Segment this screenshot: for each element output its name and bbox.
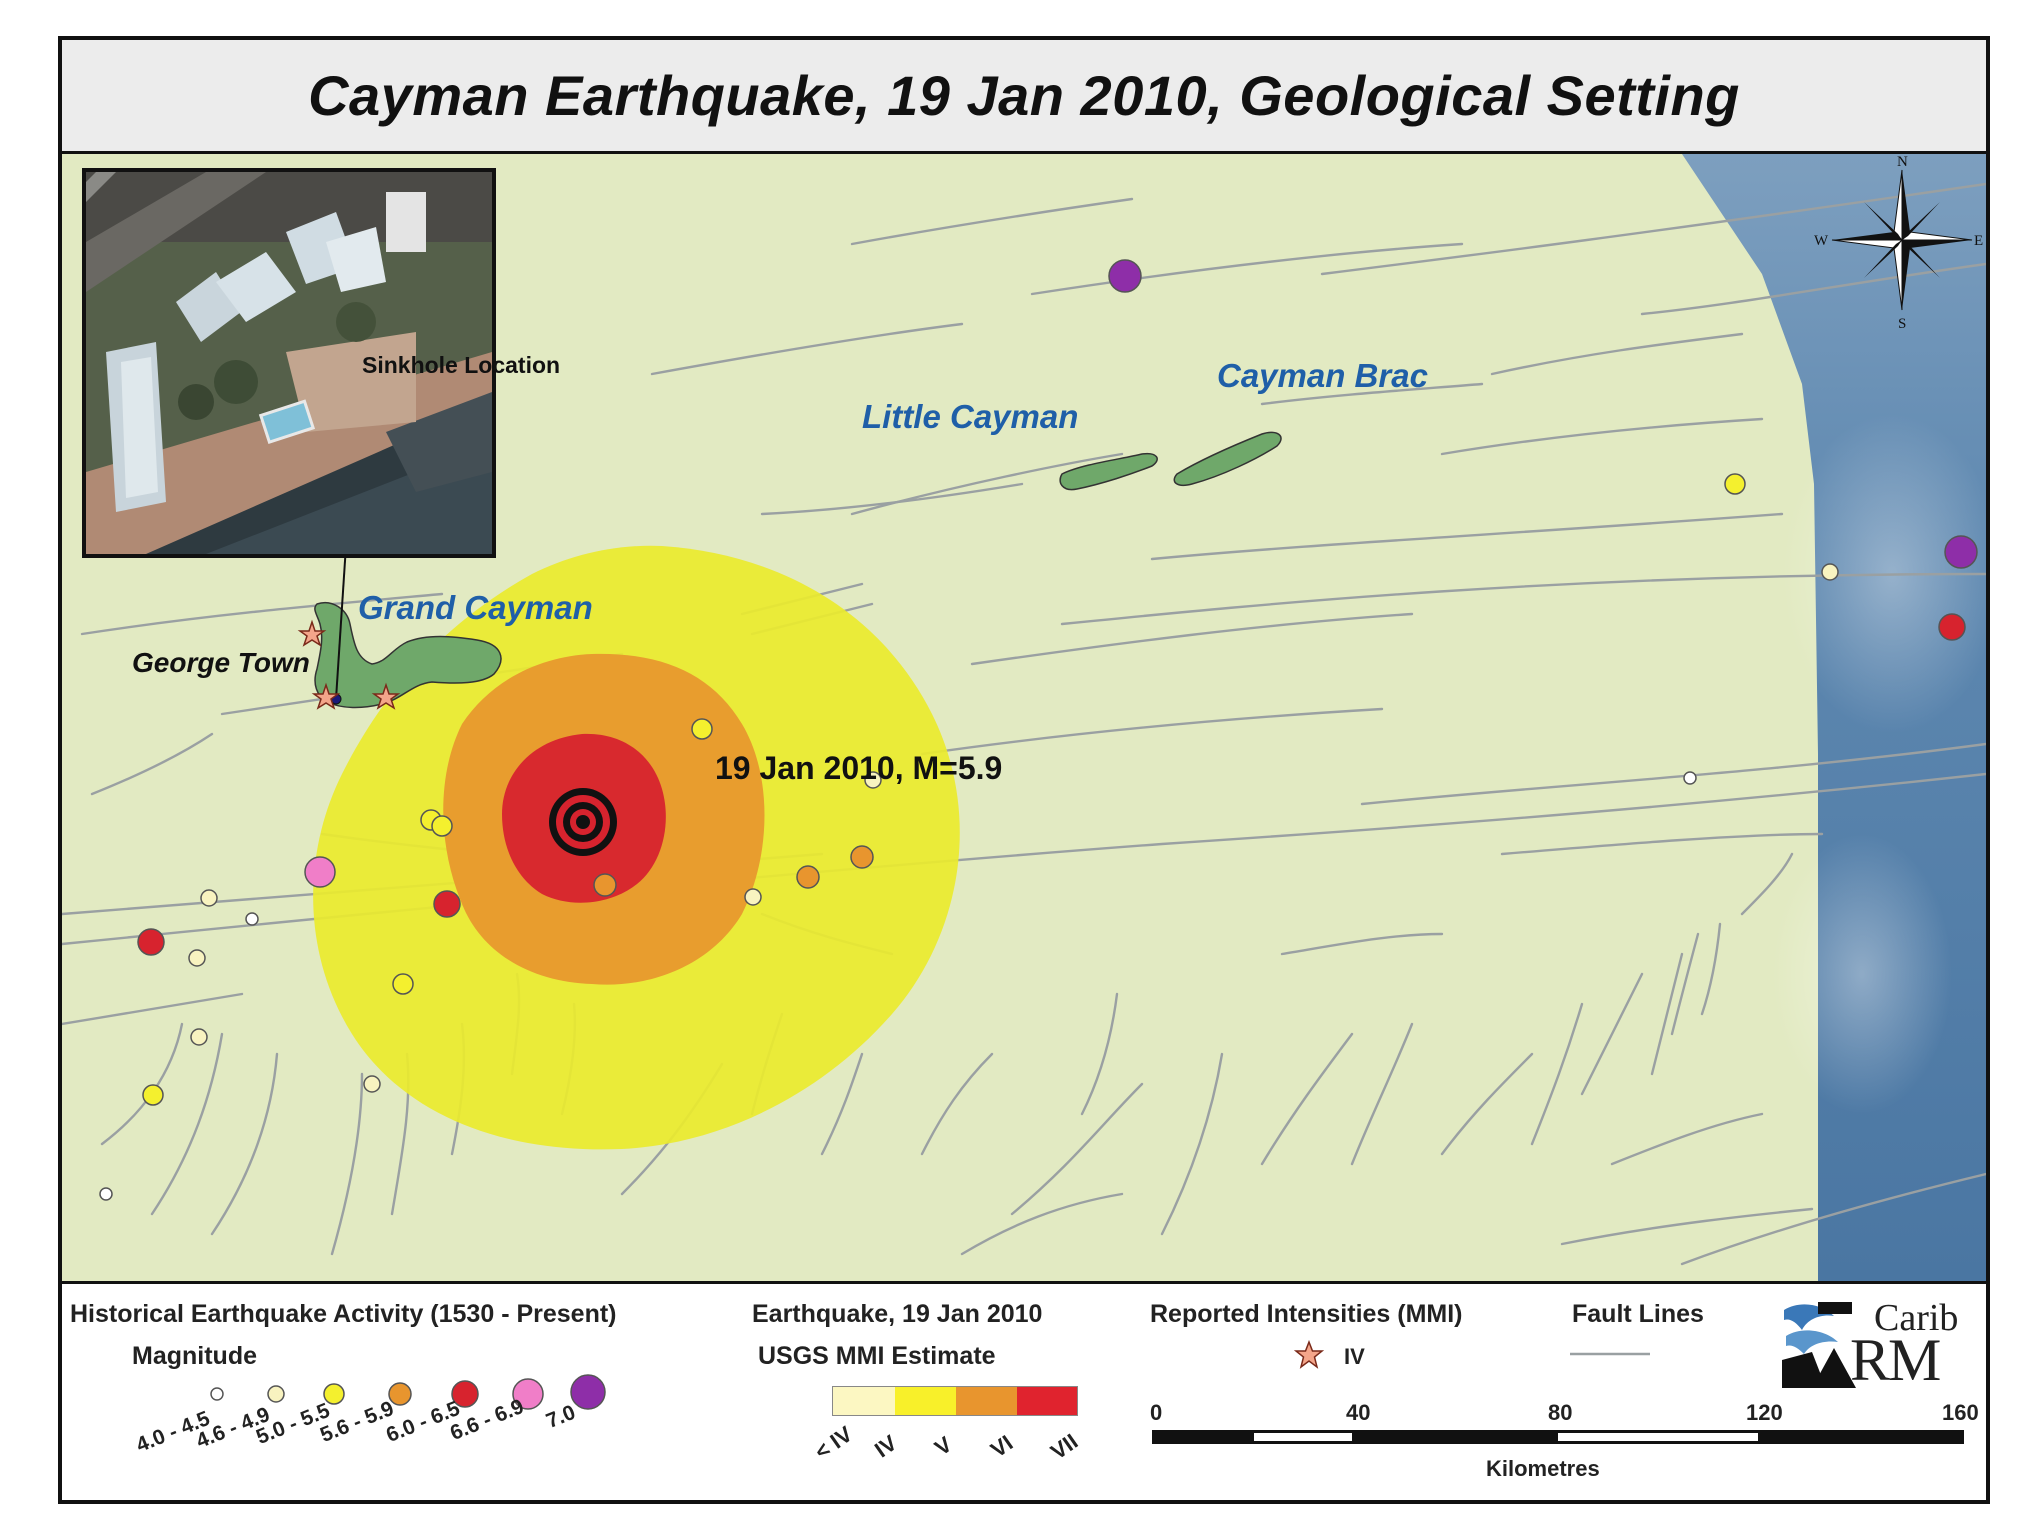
little-cayman-label: Little Cayman — [862, 398, 1079, 435]
legend-event-heading: Earthquake, 19 Jan 2010 — [752, 1300, 1043, 1328]
compass-w: W — [1814, 233, 1829, 249]
quake-mag-4-6[interactable] — [190, 1028, 208, 1046]
quake-mag-4-6[interactable] — [200, 889, 218, 907]
mag-symbol-4-6 — [267, 1385, 285, 1403]
caribrm-logo: Carib RM — [1782, 1296, 1972, 1393]
mmi-tick-label: VII — [1046, 1428, 1083, 1465]
quake-mag-5-0[interactable] — [142, 1084, 164, 1106]
quake-mag-5-0[interactable] — [1724, 473, 1746, 495]
quake-mag-7-0[interactable] — [1108, 259, 1142, 293]
cloud-haze — [1772, 834, 1952, 1114]
sinkhole-label: Sinkhole Location — [362, 352, 561, 378]
logo-text-rm: RM — [1850, 1327, 1941, 1393]
mmi-swatch-vii — [1017, 1387, 1077, 1415]
map-area[interactable]: N S E W Sinkhole Location Grand Cayman L… — [62, 154, 1986, 1284]
legend-intensities-heading: Reported Intensities (MMI) — [1150, 1300, 1463, 1328]
quake-mag-5-0[interactable] — [431, 815, 453, 837]
quake-mag-7-0[interactable] — [1944, 535, 1978, 569]
mag-symbol-7-0 — [570, 1374, 606, 1410]
quake-mag-5-6[interactable] — [593, 873, 617, 897]
quake-mag-5-6[interactable] — [796, 865, 820, 889]
quake-mag-6-6[interactable] — [304, 856, 336, 888]
mmi-tick-label: < IV — [810, 1421, 857, 1465]
quake-mag-4-6[interactable] — [744, 888, 762, 906]
mag-symbol-5-6 — [388, 1382, 412, 1406]
quake-mag-4-0[interactable] — [245, 912, 259, 926]
scale-unit-label: Kilometres — [1486, 1456, 1600, 1481]
map-frame: Cayman Earthquake, 19 Jan 2010, Geologic… — [58, 36, 1990, 1504]
scale-tick-label: 40 — [1346, 1400, 1371, 1425]
quake-mag-4-6[interactable] — [188, 949, 206, 967]
map-title: Cayman Earthquake, 19 Jan 2010, Geologic… — [308, 64, 1740, 127]
quake-mag-6-0[interactable] — [433, 890, 461, 918]
scale-tick-label: 0 — [1150, 1400, 1163, 1425]
quake-mag-4-6[interactable] — [363, 1075, 381, 1093]
quake-mag-5-0[interactable] — [691, 718, 713, 740]
mag-symbol-5-0 — [323, 1383, 345, 1405]
mmi-color-bar — [832, 1386, 1078, 1416]
compass-s: S — [1898, 316, 1906, 332]
legend-faults-heading: Fault Lines — [1572, 1300, 1704, 1328]
quake-mag-4-0[interactable] — [99, 1187, 113, 1201]
quake-mag-4-0[interactable] — [1683, 771, 1697, 785]
intensity-star-icon — [1294, 1340, 1324, 1369]
legend: Historical Earthquake Activity (1530 - P… — [62, 1284, 1986, 1504]
epicenter-label: 19 Jan 2010, M=5.9 — [715, 750, 1003, 786]
cayman-brac-label: Cayman Brac — [1217, 357, 1428, 394]
mmi-tick-label: VI — [986, 1430, 1018, 1463]
mag-symbol-4-0 — [210, 1387, 224, 1401]
quake-mag-5-0[interactable] — [392, 973, 414, 995]
quake-mag-6-0[interactable] — [137, 928, 165, 956]
scale-tick-label: 120 — [1746, 1400, 1783, 1425]
compass-n: N — [1897, 154, 1908, 170]
title-bar: Cayman Earthquake, 19 Jan 2010, Geologic… — [62, 40, 1986, 154]
mmi-swatch-vi — [956, 1387, 1017, 1415]
mmi-tick-label: IV — [870, 1430, 902, 1463]
legend-intensity-value: IV — [1344, 1344, 1365, 1369]
legend-event-sub: USGS MMI Estimate — [758, 1342, 996, 1370]
scale-tick-label: 160 — [1942, 1400, 1979, 1425]
mmi-swatch-below-iv — [833, 1387, 895, 1415]
grand-cayman-label: Grand Cayman — [358, 589, 593, 626]
scale-bar — [1152, 1430, 1964, 1444]
compass-e: E — [1974, 233, 1983, 249]
quake-mag-4-6[interactable] — [1821, 563, 1839, 581]
quake-mag-6-0[interactable] — [1938, 613, 1966, 641]
mmi-tick-label: V — [930, 1431, 957, 1461]
mmi-swatch-iv — [895, 1387, 956, 1415]
fault-line-symbol — [1570, 1352, 1650, 1356]
quake-mag-5-6[interactable] — [850, 845, 874, 869]
scale-tick-label: 80 — [1548, 1400, 1573, 1425]
legend-historical-heading: Historical Earthquake Activity (1530 - P… — [70, 1300, 617, 1328]
epicenter-target[interactable] — [549, 788, 617, 856]
george-town-label: George Town — [132, 647, 310, 678]
